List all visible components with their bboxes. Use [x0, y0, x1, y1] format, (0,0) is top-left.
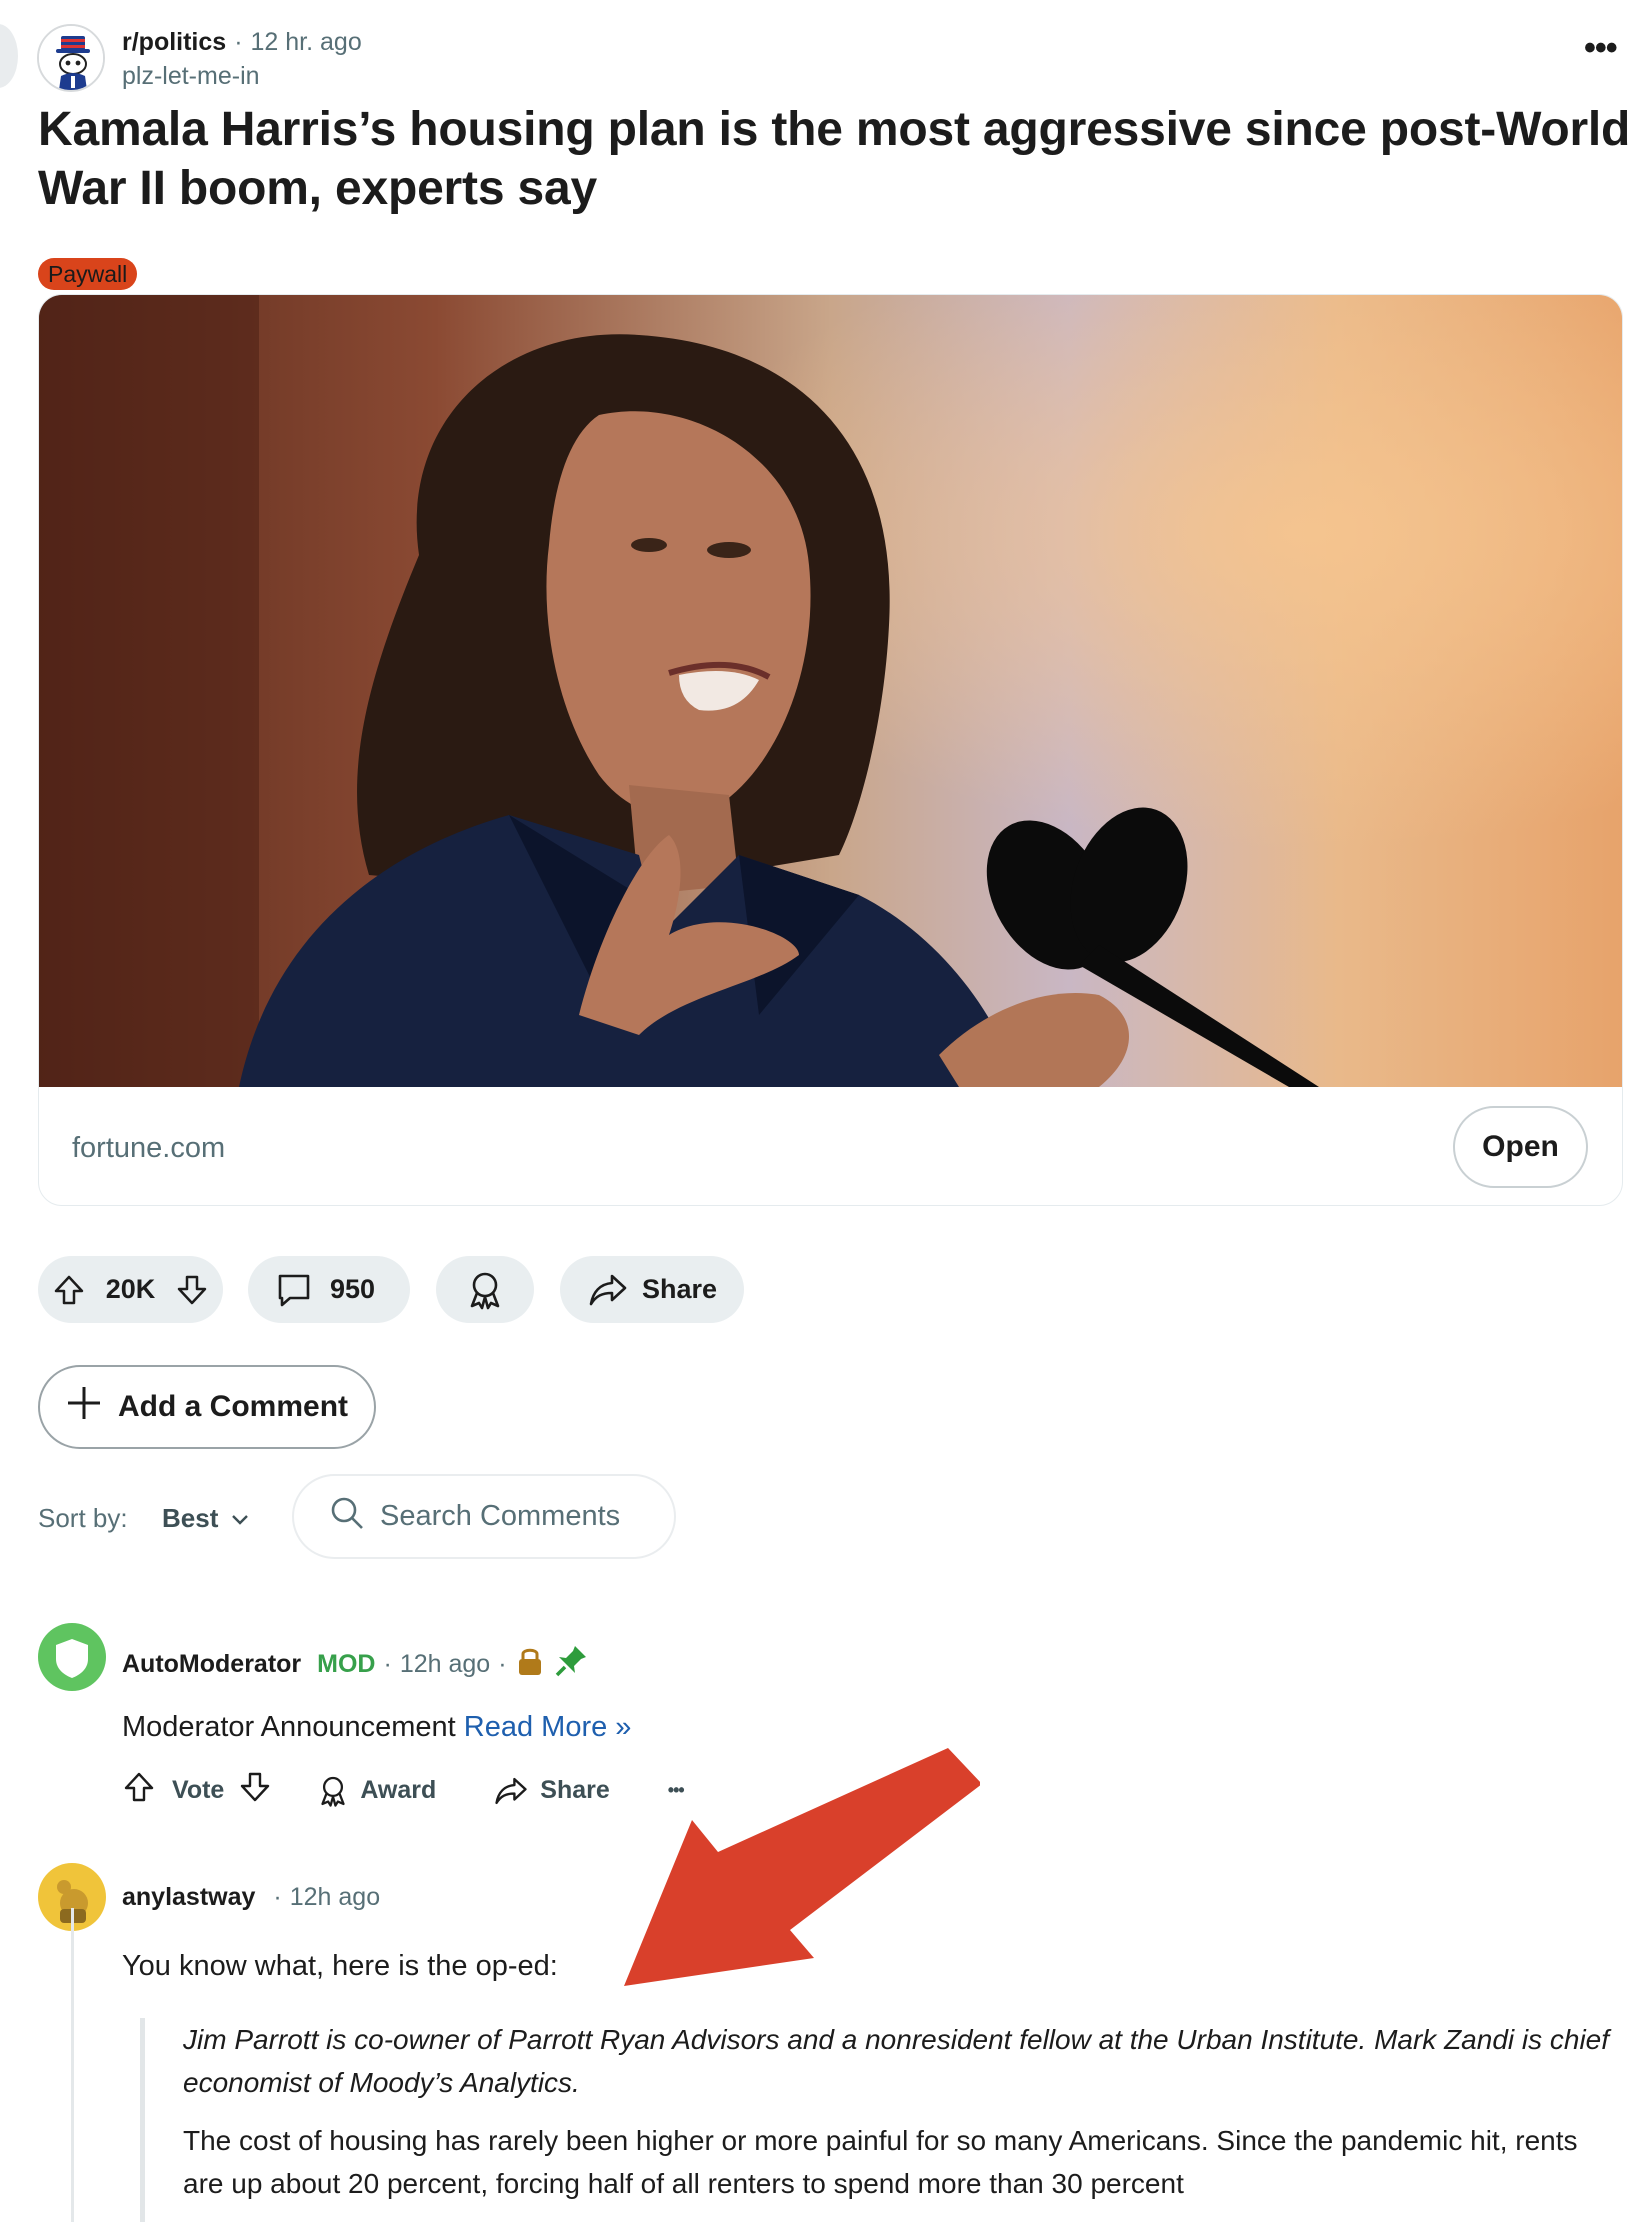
- comment-author[interactable]: anylastway: [122, 1883, 255, 1912]
- back-button-edge[interactable]: [0, 24, 18, 88]
- ellipsis-icon[interactable]: •••: [1584, 31, 1618, 65]
- vote-count: 20K: [105, 1274, 156, 1304]
- automoderator-avatar[interactable]: [38, 1623, 106, 1691]
- plus-icon: [64, 1383, 104, 1431]
- quote-paragraph: The cost of housing has rarely been high…: [183, 2125, 1578, 2199]
- award-button[interactable]: [436, 1256, 534, 1323]
- link-preview-card[interactable]: [38, 294, 1623, 1206]
- comment-award-button[interactable]: Award: [316, 1774, 436, 1808]
- share-label: Share: [642, 1274, 718, 1304]
- subreddit-avatar[interactable]: [37, 24, 105, 92]
- comment-count: 950: [330, 1274, 376, 1304]
- post-time: 12 hr. ago: [250, 28, 362, 56]
- upvote-icon[interactable]: [52, 1273, 86, 1307]
- post-meta: r/politics · 12 hr. ago: [122, 28, 362, 57]
- annotation-arrow-icon: [624, 1748, 980, 1986]
- share-button[interactable]: Share: [560, 1256, 744, 1323]
- comment-time: 12h ago: [289, 1883, 381, 1911]
- mod-badge: MOD: [317, 1650, 376, 1678]
- sort-label: Sort by:: [38, 1503, 128, 1533]
- pin-icon: [553, 1643, 589, 1686]
- comment-meta: AutoModerator MOD · 12h ago ·: [122, 1643, 589, 1686]
- read-more-link[interactable]: Read More »: [464, 1711, 632, 1743]
- share-icon: [495, 1777, 527, 1804]
- post-author[interactable]: plz-let-me-in: [122, 62, 260, 91]
- comment-share-button[interactable]: Share: [494, 1775, 610, 1807]
- vote-label: Vote: [172, 1776, 225, 1804]
- meta-separator: ·: [498, 1650, 507, 1678]
- chevron-down-icon: [230, 1503, 250, 1534]
- meta-separator: ·: [273, 1883, 282, 1911]
- share-icon: [588, 1272, 628, 1308]
- search-placeholder: Search Comments: [380, 1500, 621, 1532]
- comment-author[interactable]: AutoModerator: [122, 1650, 301, 1679]
- award-label: Award: [360, 1776, 437, 1804]
- comment-meta: anylastway · 12h ago: [122, 1883, 380, 1912]
- article-thumbnail[interactable]: [39, 295, 1623, 1087]
- search-comments-input[interactable]: Search Comments: [292, 1474, 676, 1559]
- open-link-button[interactable]: Open: [1453, 1106, 1588, 1188]
- downvote-icon[interactable]: [175, 1273, 209, 1307]
- comment-text: Moderator Announcement: [122, 1711, 456, 1743]
- comment-text: You know what, here is the op-ed:: [122, 1950, 558, 1982]
- comment-body: Moderator Announcement Read More »: [122, 1711, 631, 1744]
- comment-time: 12h ago: [399, 1650, 491, 1678]
- comments-button[interactable]: 950: [248, 1256, 410, 1323]
- search-icon: [328, 1494, 366, 1540]
- link-domain[interactable]: fortune.com: [72, 1132, 225, 1165]
- lock-icon: [515, 1645, 545, 1684]
- sort-value: Best: [162, 1503, 219, 1533]
- post-title[interactable]: Kamala Harris’s housing plan is the most…: [38, 100, 1638, 218]
- add-comment-label: Add a Comment: [118, 1390, 349, 1423]
- subreddit-name[interactable]: r/politics: [122, 28, 226, 56]
- upvote-icon[interactable]: [122, 1770, 156, 1811]
- thread-line[interactable]: [71, 1908, 74, 2222]
- meta-separator: ·: [234, 28, 243, 56]
- comment-icon: [274, 1270, 314, 1310]
- vote-pill: 20K: [38, 1256, 223, 1323]
- award-icon: [464, 1269, 506, 1311]
- downvote-icon[interactable]: [238, 1770, 272, 1811]
- comment-quote: Jim Parrott is co-owner of Parrott Ryan …: [140, 2018, 1652, 2222]
- meta-separator: ·: [383, 1650, 392, 1678]
- add-comment-button[interactable]: Add a Comment: [38, 1365, 376, 1449]
- post-flair[interactable]: Paywall: [38, 258, 138, 290]
- quote-byline: Jim Parrott is co-owner of Parrott Ryan …: [183, 2024, 1610, 2098]
- award-icon: [321, 1776, 345, 1807]
- sort-dropdown[interactable]: Best: [162, 1503, 250, 1534]
